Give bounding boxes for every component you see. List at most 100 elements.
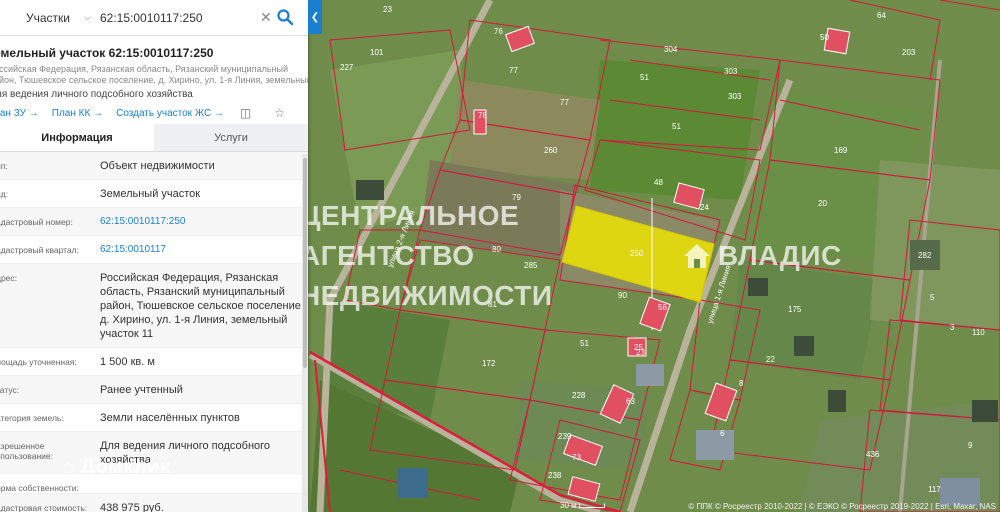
agency-watermark: ЦЕНТРАЛЬНОЕ АГЕНТСТВО НЕДВИЖИМОСТИ xyxy=(300,196,552,316)
parcel-number-label: 23 xyxy=(383,5,392,14)
parcel-purpose: ля ведения личного подсобного хозяйства xyxy=(0,89,193,100)
collapse-panel-button[interactable]: ❮ xyxy=(308,0,322,34)
chevron-down-icon: ⌵ xyxy=(84,12,91,22)
print-preview-icon[interactable]: ◫ xyxy=(240,106,251,120)
search-bar: Участки ⌵ ✕ xyxy=(0,0,308,36)
info-value: Объект недвижимости xyxy=(100,160,215,172)
info-label: адастровый номер: xyxy=(0,217,73,227)
domclick-logo-icon: ⌂ xyxy=(62,456,75,478)
parcel-number-label: 228 xyxy=(572,391,586,400)
parcel-actions: лан ЗУ → План КК → Создать участок ЖС → … xyxy=(0,100,308,120)
info-value: Земли населённых пунктов xyxy=(100,412,240,424)
scale-label: 30 м xyxy=(560,501,577,510)
parcel-number-label: 260 xyxy=(544,146,558,155)
parcel-number-label: 64 xyxy=(877,11,886,20)
parcel-number-label: 20 xyxy=(818,199,827,208)
star-icon[interactable]: ☆ xyxy=(274,106,285,120)
info-label: татус: xyxy=(0,385,20,395)
panel-action-icons: ◫ ☆ xyxy=(240,106,298,120)
info-row-cadastral-value: адастровая стоимость: 438 975 руб. xyxy=(0,494,308,512)
layer-select-value: Участки xyxy=(26,10,70,25)
parcel-number-label: 110 xyxy=(972,328,985,337)
watermark-line: НЕДВИЖИМОСТИ xyxy=(300,280,553,311)
cadastral-quarter-link[interactable]: 62:15:0010117 xyxy=(96,236,308,263)
parcel-number-label: 51 xyxy=(672,122,681,131)
parcel-number-label: 76 xyxy=(494,27,503,36)
parcel-address-summary: оссийская Федерация, Рязанская область, … xyxy=(0,60,308,86)
parcel-number-label: 303 xyxy=(724,67,738,76)
parcel-number-label: 203 xyxy=(902,48,916,57)
parcel-number-label: 24 xyxy=(700,203,709,212)
clear-search-icon[interactable]: ✕ xyxy=(260,9,272,26)
search-icon[interactable] xyxy=(276,8,294,26)
plan-zu-link[interactable]: лан ЗУ → xyxy=(0,108,39,119)
address-line: оссийская Федерация, Рязанская область, … xyxy=(0,64,288,74)
scrollbar-thumb[interactable] xyxy=(303,158,307,368)
parcel-number-label: 51 xyxy=(580,339,589,348)
search-input[interactable] xyxy=(100,10,250,25)
layer-select[interactable]: Участки ⌵ xyxy=(0,11,100,25)
info-value: Земельный участок xyxy=(100,188,201,200)
scale-bar xyxy=(578,503,605,509)
parcel-number-label: 169 xyxy=(834,146,848,155)
info-row-cadastral-quarter: адастровый квартал: 62:15:0010117 xyxy=(0,236,308,264)
parcel-number-label: 172 xyxy=(482,359,496,368)
tab-services[interactable]: Услуги xyxy=(154,124,308,151)
tab-information[interactable]: Информация xyxy=(0,124,154,151)
watermark-line: АГЕНТСТВО xyxy=(300,240,475,271)
info-row-type: ип: Объект недвижимости xyxy=(0,152,308,180)
info-label: лощадь уточненная: xyxy=(0,357,77,367)
house-logo-icon xyxy=(684,244,710,268)
parcel-number-label: 5 xyxy=(930,293,935,302)
parcel-number-label: 238 xyxy=(548,471,562,480)
cadastral-number-link[interactable]: 62:15:0010117:250 xyxy=(96,208,308,235)
parcel-number-label: 48 xyxy=(654,178,663,187)
parcel-number-label: 51 xyxy=(640,73,649,82)
parcel-number-label: 73 xyxy=(572,453,581,462)
parcel-number-label: 101 xyxy=(370,48,384,57)
parcel-title: емельный участок 62:15:0010117:250 xyxy=(0,46,214,60)
parcel-info-panel: Участки ⌵ ✕ емельный участок 62:15:00101… xyxy=(0,0,308,512)
parcel-number-label: 8 xyxy=(739,379,744,388)
vladis-text: ВЛАДИС xyxy=(718,240,842,271)
parcel-number-label: 304 xyxy=(664,45,678,54)
info-row-address: дрес: Российская Федерация, Рязанская об… xyxy=(0,264,308,348)
parcel-number-label: 25 xyxy=(634,343,643,352)
create-zhs-link[interactable]: Создать участок ЖС → xyxy=(116,108,224,119)
info-label: дрес: xyxy=(0,273,18,283)
parcel-number-label: 50 xyxy=(820,33,829,42)
parcel-number-label: 239 xyxy=(558,432,572,441)
info-value: 438 975 руб. xyxy=(100,502,164,512)
info-label: атегория земель: xyxy=(0,413,64,423)
map-scale: 30 м xyxy=(560,501,605,510)
parcel-number-label: 250 xyxy=(630,249,644,258)
info-row-status: татус: Ранее учтенный xyxy=(0,376,308,404)
parcel-number-label: 77 xyxy=(509,66,518,75)
info-label: адастровый квартал: xyxy=(0,245,79,255)
domclick-text: Домклик xyxy=(80,456,171,478)
parcel-number-label: 282 xyxy=(918,251,932,260)
vladis-watermark: ВЛАДИС xyxy=(682,240,842,272)
parcel-number-label: 56 xyxy=(658,303,667,312)
parcel-number-label: 227 xyxy=(340,63,354,72)
info-value: Ранее учтенный xyxy=(100,384,183,396)
parcel-number-label: 303 xyxy=(728,92,742,101)
parcel-number-label: 9 xyxy=(968,441,973,450)
parcel-number-label: 63 xyxy=(626,397,635,406)
map-copyright: © ППК © Росреестр 2010-2022 | © ЕЭКО © Р… xyxy=(688,502,996,511)
info-row-kind: ид: Земельный участок xyxy=(0,180,308,208)
parcel-number-label: 436 xyxy=(866,450,880,459)
parcel-number-label: 90 xyxy=(618,291,627,300)
info-value: Российская Федерация, Рязанская область,… xyxy=(100,272,304,340)
parcel-number-label: 175 xyxy=(788,305,802,314)
info-label: адастровая стоимость: xyxy=(0,503,88,512)
panel-scrollbar[interactable] xyxy=(302,154,308,512)
info-label: ид: xyxy=(0,189,9,199)
info-row-land-category: атегория земель: Земли населённых пункто… xyxy=(0,404,308,432)
info-row-area: лощадь уточненная: 1 500 кв. м xyxy=(0,348,308,376)
parcel-number-label: 3 xyxy=(950,323,955,332)
address-line: айон, Тюшевское сельское поселение, д. Х… xyxy=(0,75,308,85)
parcel-number-label: 22 xyxy=(766,355,775,364)
panel-tabs: Информация Услуги xyxy=(0,124,308,152)
plan-kk-link[interactable]: План КК → xyxy=(52,108,103,119)
